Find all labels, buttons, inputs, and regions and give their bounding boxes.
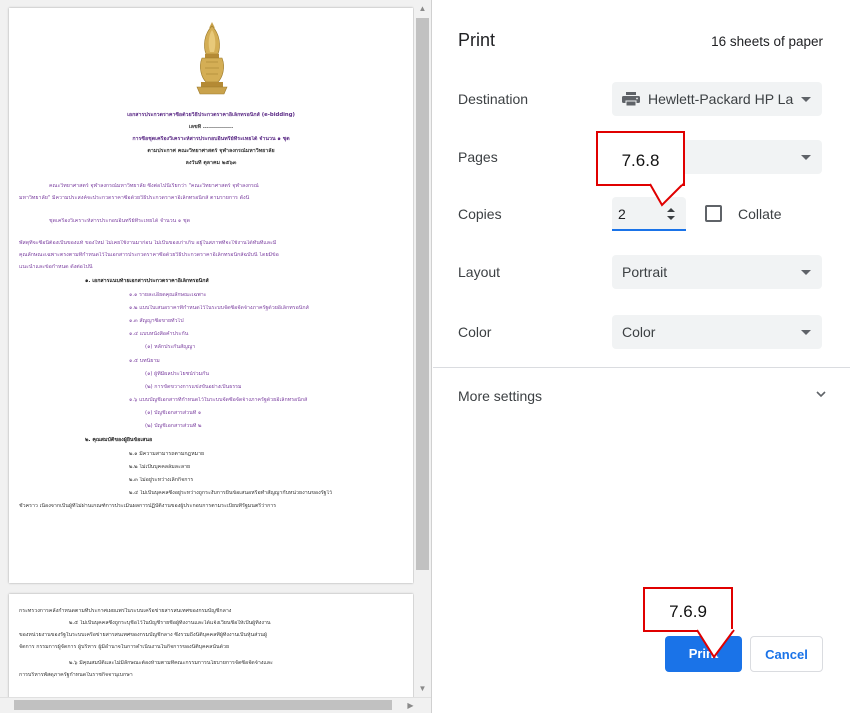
scroll-right-arrow-icon[interactable]: ▶ <box>402 701 419 710</box>
doc-list-line: ๑.๑ รายละเอียดคุณลักษณะเฉพาะ <box>129 292 207 298</box>
doc-list-line: (๑) หลักประกันสัญญา <box>145 344 196 350</box>
callout-top: 7.6.8 <box>596 131 685 186</box>
doc-list-line: ๑.๕ บทนิยาม <box>129 358 160 364</box>
pages-dropdown-arrow-icon <box>801 155 811 160</box>
destination-select[interactable]: Hewlett-Packard HP La <box>612 82 822 116</box>
doc-list-line: (๑) ผู้ที่มีผลประโยชน์ร่วมกัน <box>145 371 209 377</box>
printer-icon <box>622 92 640 106</box>
doc-number-line: เลขที่ ............... <box>188 124 234 130</box>
doc-list-line: ๑.๔ แบบหนังสือค้ำประกัน <box>129 331 189 337</box>
collate-label: Collate <box>738 206 782 222</box>
destination-value: Hewlett-Packard HP La <box>648 91 794 107</box>
color-select[interactable]: Color <box>612 315 822 349</box>
doc-list-line: (๒) บัญชีเอกสารส่วนที่ ๒ <box>145 423 202 429</box>
doc-line: จัดการ กรรมการผู้จัดการ ผู้บริหาร ผู้มีอ… <box>19 644 230 650</box>
doc-line: กระทรวงการคลังกำหนดตามที่ประกาศเผยแพร่ใน… <box>19 608 232 614</box>
callout-top-pointer <box>649 183 684 207</box>
copies-label: Copies <box>458 206 502 222</box>
doc-list-line: (๒) การขัดขวางการแข่งขันอย่างเป็นธรรม <box>145 384 242 390</box>
pages-label: Pages <box>458 149 498 165</box>
color-dropdown-arrow-icon <box>801 330 811 335</box>
doc-announcer-line: ตามประกาศ คณะวิทยาศาสตร์ จุฬาลงกรณ์มหาวิ… <box>147 148 275 154</box>
doc-date-line: ลงวันที่ ตุลาคม ๒๕๖๓ <box>185 160 237 166</box>
doc-subject-line: การซื้อชุดเครื่องวิเคราะห์สารประกอบอินทร… <box>132 136 290 142</box>
doc-intro-line: คณะวิทยาศาสตร์ จุฬาลงกรณ์มหาวิทยาลัย ซึ่… <box>49 183 259 189</box>
doc-line: ๒.๕ ไม่เป็นบุคคลซึ่งถูกระบุชื่อไว้ในบัญช… <box>69 620 271 626</box>
sheets-count: 16 sheets of paper <box>711 34 823 49</box>
color-label: Color <box>458 324 492 340</box>
doc-list-line: ๑.๓ สัญญาซื้อขายทั่วไป <box>129 318 184 324</box>
layout-value: Portrait <box>622 264 668 280</box>
doc-line: ของหน่วยงานของรัฐในระบบเครือข่ายสารสนเทศ… <box>19 632 268 638</box>
scroll-up-arrow-icon[interactable]: ▲ <box>414 4 431 13</box>
layout-dropdown-arrow-icon <box>801 270 811 275</box>
collate-checkbox[interactable] <box>705 205 722 222</box>
layout-label: Layout <box>458 264 501 280</box>
more-settings-toggle[interactable]: More settings <box>458 388 542 404</box>
chevron-down-icon[interactable] <box>816 389 826 399</box>
divider <box>433 367 850 368</box>
doc-list-line: ๑.๒ แบบใบเสนอราคาที่กำหนดไว้ในระบบจัดซื้… <box>129 305 309 311</box>
cancel-button[interactable]: Cancel <box>750 636 823 672</box>
horizontal-scrollbar-thumb[interactable] <box>14 700 392 710</box>
callout-bottom-pointer <box>696 629 735 659</box>
copies-spinner-icon[interactable] <box>666 206 676 222</box>
doc-list-line: ชั่วคราว เนื่องจากเป็นผู้ที่ไม่ผ่านเกณฑ์… <box>19 503 277 509</box>
print-preview-pane[interactable]: เอกสารประกวดราคาซื้อด้วยวิธีประกวดราคาอิ… <box>0 0 432 713</box>
doc-list-line: ๑.๖ แบบบัญชีเอกสารที่กำหนดไว้ในระบบจัดซื… <box>129 397 308 403</box>
chulalongkorn-seal-icon <box>196 22 228 95</box>
doc-list-line: ๒.๒ ไม่เป็นบุคคลล้มละลาย <box>129 464 191 470</box>
vertical-scrollbar-thumb[interactable] <box>416 18 429 570</box>
doc-title-line: เอกสารประกวดราคาซื้อด้วยวิธีประกวดราคาอิ… <box>127 112 295 118</box>
preview-page-2: กระทรวงการคลังกำหนดตามที่ประกาศเผยแพร่ใน… <box>9 594 413 713</box>
layout-select[interactable]: Portrait <box>612 255 822 289</box>
color-value: Color <box>622 324 656 340</box>
doc-line: การบริหารพัสดุภาครัฐกำหนดในราชกิจจานุเบก… <box>19 672 133 678</box>
doc-intro-line: พัสดุที่จะซื้อนี้ต้องเป็นของแท้ ของใหม่ … <box>19 240 277 246</box>
copies-value: 2 <box>618 206 626 222</box>
destination-label: Destination <box>458 91 529 107</box>
doc-intro-line: ชุดเครื่องวิเคราะห์สารประกอบอินทรีย์ที่ร… <box>49 218 191 224</box>
doc-list-line: (๑) บัญชีเอกสารส่วนที่ ๑ <box>145 410 202 416</box>
preview-page-1: เอกสารประกวดราคาซื้อด้วยวิธีประกวดราคาอิ… <box>9 8 413 583</box>
callout-bottom: 7.6.9 <box>643 587 733 632</box>
doc-intro-line: แนะนำและข้อกำหนด ดังต่อไปนี้ <box>19 264 93 270</box>
doc-intro-line: มหาวิทยาลัย" มีความประสงค์จะประกวดราคาซื… <box>19 195 250 201</box>
print-settings-pane: Print 16 sheets of paper Destination Hew… <box>433 0 850 713</box>
doc-list-line: ๒. คุณสมบัติของผู้ยื่นข้อเสนอ <box>85 437 153 443</box>
destination-dropdown-arrow-icon <box>801 97 811 102</box>
print-title: Print <box>458 30 496 50</box>
doc-intro-line: คุณลักษณะเฉพาะตรงตามที่กำหนดไว้ในเอกสารป… <box>19 252 279 258</box>
scroll-down-arrow-icon[interactable]: ▼ <box>414 684 431 693</box>
doc-list-line: ๑. เอกสารแนบท้ายเอกสารประกวดราคาอิเล็กทร… <box>85 278 209 284</box>
doc-list-line: ๒.๓ ไม่อยู่ระหว่างเลิกกิจการ <box>129 477 194 483</box>
doc-list-line: ๒.๑ มีความสามารถตามกฎหมาย <box>129 451 205 457</box>
doc-list-line: ๒.๔ ไม่เป็นบุคคลซึ่งอยู่ระหว่างถูกระงับก… <box>129 490 333 496</box>
doc-line: ๒.๖ มีคุณสมบัติและไม่มีลักษณะต้องห้ามตาม… <box>69 660 273 666</box>
